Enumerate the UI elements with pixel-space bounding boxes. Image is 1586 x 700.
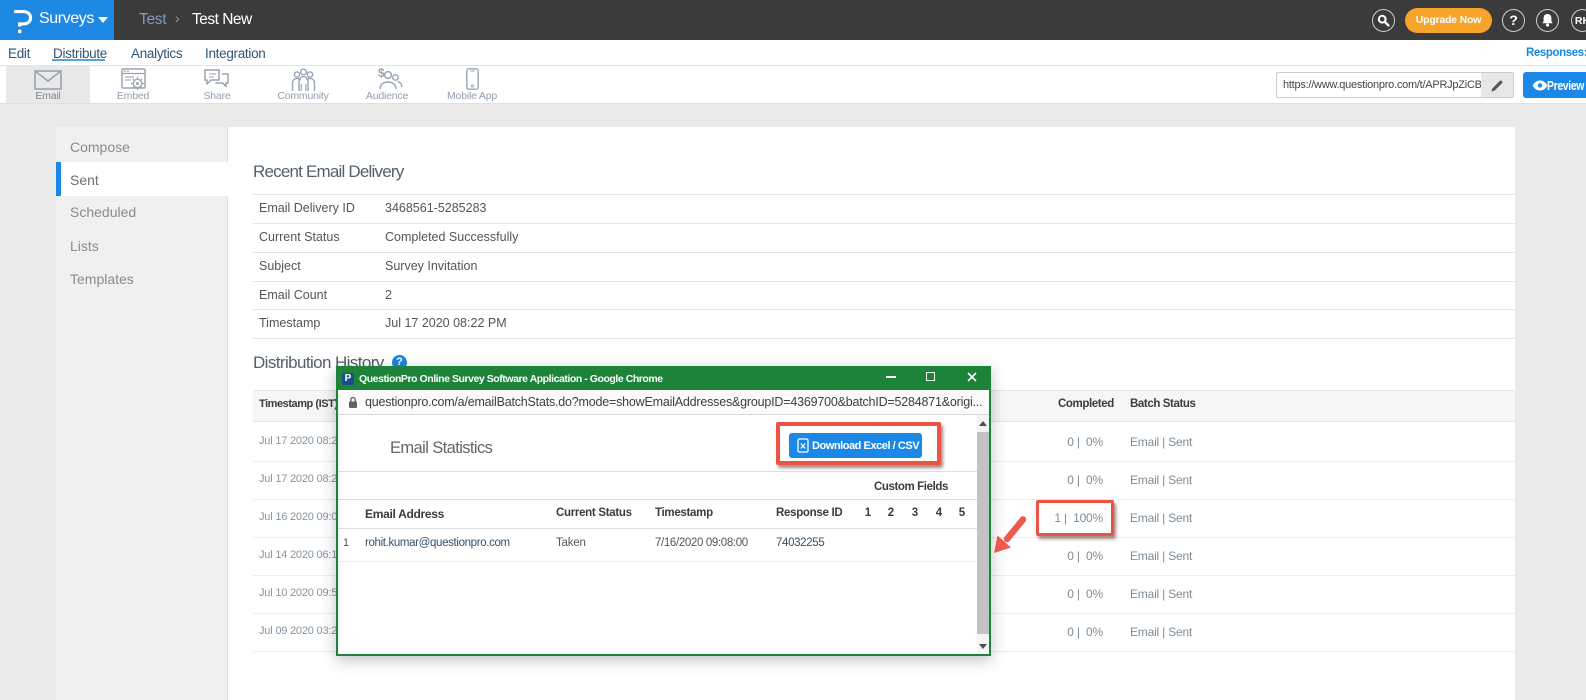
svg-text:$: $	[378, 67, 385, 80]
